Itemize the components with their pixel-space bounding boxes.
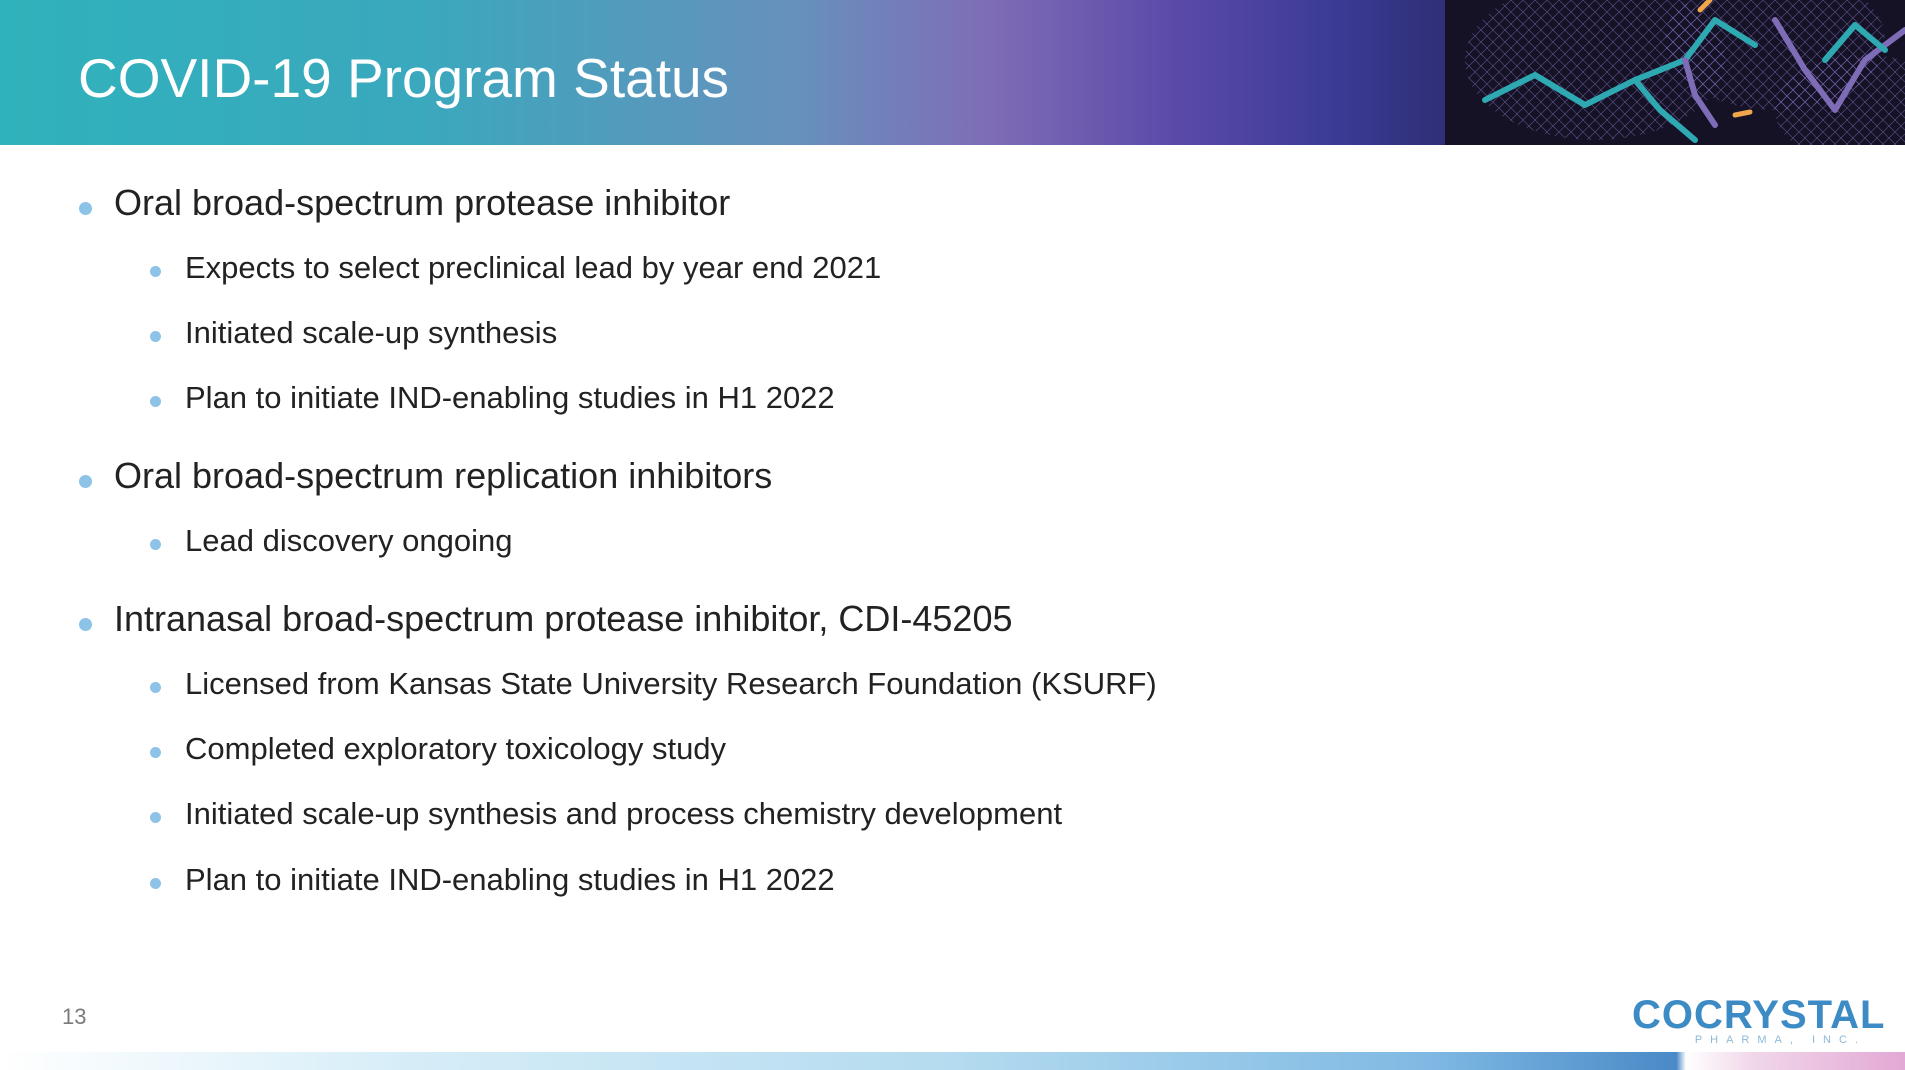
footer-gradient-bar <box>0 1052 1905 1070</box>
list-item: Lead discovery ongoing <box>185 523 513 558</box>
list-item: Licensed from Kansas State University Re… <box>185 666 1157 701</box>
bullet-marker <box>79 618 92 631</box>
bullet-marker <box>150 682 161 693</box>
bullet-marker <box>79 475 92 488</box>
bullet-marker <box>150 812 161 823</box>
molecule-illustration <box>1445 0 1905 145</box>
bullet-marker <box>150 539 161 550</box>
list-item: Completed exploratory toxicology study <box>185 731 727 766</box>
page-number: 13 <box>62 1004 87 1029</box>
section-heading: Intranasal broad-spectrum protease inhib… <box>114 598 1013 639</box>
bullet-marker <box>150 331 161 342</box>
slide-title: COVID-19 Program Status <box>78 47 730 109</box>
slide-header: COVID-19 Program Status <box>0 0 1905 145</box>
section-heading: Oral broad-spectrum replication inhibito… <box>114 455 773 496</box>
bullet-marker <box>150 878 161 889</box>
bullet-marker <box>150 266 161 277</box>
list-item: Expects to select preclinical lead by ye… <box>185 250 882 285</box>
bullet-marker <box>150 396 161 407</box>
cocrystal-logo: COCRYSTAL PHARMA, INC. <box>1632 993 1884 1049</box>
logo-wordmark: COCRYSTAL <box>1632 993 1886 1037</box>
list-item: Initiated scale-up synthesis <box>185 315 558 350</box>
section-heading: Oral broad-spectrum protease inhibitor <box>114 182 731 223</box>
list-item: Plan to initiate IND-enabling studies in… <box>185 380 835 415</box>
list-item: Plan to initiate IND-enabling studies in… <box>185 862 835 897</box>
bullet-marker <box>79 202 92 215</box>
list-item: Initiated scale-up synthesis and process… <box>185 796 1063 831</box>
logo-tagline: PHARMA, INC. <box>1694 1034 1866 1046</box>
bullet-marker <box>150 747 161 758</box>
